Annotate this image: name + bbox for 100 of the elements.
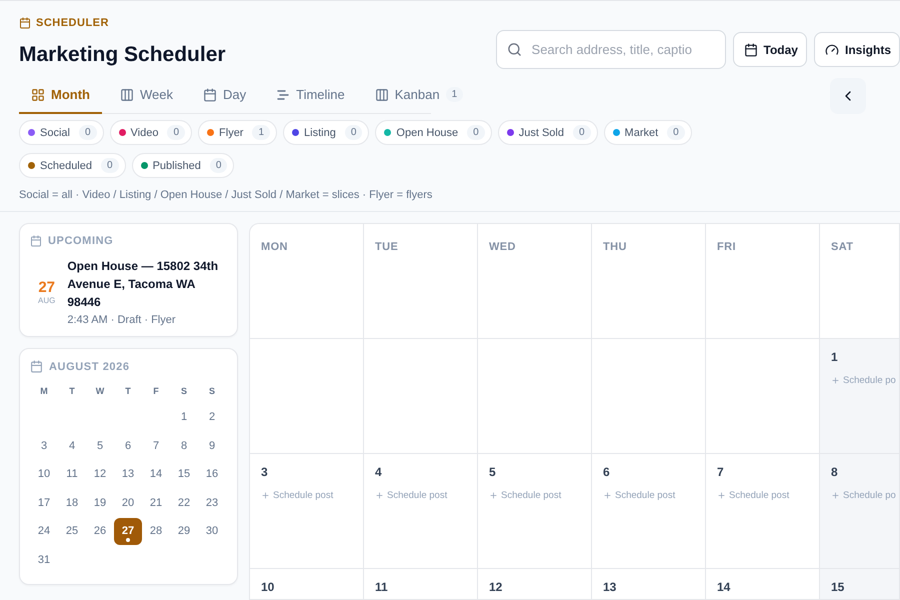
calendar-icon <box>19 17 31 29</box>
plus-icon <box>375 491 384 500</box>
day-number: 8 <box>831 465 838 479</box>
view-tab[interactable]: Kanban 1 <box>362 77 476 114</box>
calendar-day[interactable]: 15 <box>170 460 198 488</box>
weekday-label: T <box>124 385 132 398</box>
plus-icon <box>261 491 270 500</box>
view-tab[interactable]: Month <box>19 77 102 114</box>
calendar-day[interactable]: 18 <box>58 489 86 516</box>
filter-chip[interactable]: Video 0 <box>110 120 192 145</box>
calendar-day[interactable]: 8 <box>170 432 198 460</box>
eyebrow-label: SCHEDULER <box>36 17 109 29</box>
calendar-day[interactable]: 30 <box>198 518 226 545</box>
calendar-day[interactable]: 12 <box>86 460 114 488</box>
calendar-day[interactable]: 21 <box>142 489 170 516</box>
calendar-day[interactable]: 26 <box>86 518 114 545</box>
filter-chip[interactable]: Flyer 1 <box>198 120 278 145</box>
day-number: 10 <box>261 580 274 594</box>
weekday-label: S <box>208 385 216 398</box>
day-number: 1 <box>831 350 838 364</box>
count-badge: 1 <box>446 87 464 102</box>
calendar-day[interactable]: 28 <box>142 518 170 545</box>
gauge-icon <box>824 42 839 56</box>
search-icon <box>506 42 522 57</box>
calendar-day[interactable]: 19 <box>86 489 114 516</box>
day-number: 15 <box>831 580 844 594</box>
calendar-day[interactable]: 3 <box>30 432 58 460</box>
calendar-day[interactable]: 14 <box>142 460 170 488</box>
plus-icon <box>603 491 612 500</box>
calendar-icon <box>30 360 43 373</box>
weekday-header: TUE <box>375 241 398 253</box>
event-month: AUG <box>38 296 56 304</box>
calendar-day[interactable]: 9 <box>198 432 226 460</box>
schedule-post-button[interactable]: Schedule post <box>261 490 334 501</box>
columns-icon <box>374 88 389 102</box>
grid-icon <box>31 88 45 102</box>
weekday-label: W <box>94 385 106 398</box>
calendar-day[interactable]: 22 <box>170 489 198 516</box>
day-number: 14 <box>717 580 730 594</box>
plus-icon <box>489 491 498 500</box>
calendar-day[interactable]: 29 <box>170 518 198 545</box>
filter-chip[interactable]: Open House 0 <box>375 120 492 145</box>
calendar-day[interactable]: 5 <box>86 432 114 460</box>
toolbar-button[interactable]: Today <box>732 32 807 67</box>
day-number: 13 <box>603 580 616 594</box>
calendar-day[interactable]: 27 <box>114 518 142 545</box>
calendar-day[interactable]: 1 <box>170 404 198 431</box>
schedule-post-button[interactable]: Schedule post <box>603 490 676 501</box>
calendar-day[interactable]: 24 <box>30 518 58 545</box>
schedule-post-button[interactable]: Schedule post <box>375 490 448 501</box>
toolbar-button[interactable]: Insights <box>814 32 900 67</box>
filter-chip[interactable]: Market 0 <box>604 120 692 145</box>
calendar-day[interactable]: 16 <box>198 460 226 488</box>
calendar-day[interactable]: 4 <box>58 432 86 460</box>
calendar-day[interactable]: 6 <box>114 432 142 460</box>
calendar-day[interactable]: 10 <box>30 460 58 488</box>
calendar-day[interactable]: 13 <box>114 460 142 488</box>
calendar-day[interactable]: 23 <box>198 489 226 516</box>
card-title: UPCOMING <box>48 235 114 247</box>
weekday-label: M <box>39 385 49 398</box>
filter-chip[interactable]: Published 0 <box>132 153 234 178</box>
calendar-day[interactable]: 31 <box>30 546 58 574</box>
view-tab[interactable]: Day <box>190 77 258 114</box>
previous-button[interactable] <box>830 78 866 114</box>
day-number: 12 <box>489 580 502 594</box>
day-number: 6 <box>603 465 610 479</box>
legend-text: Social = all · Video / Listing / Open House / Just Sold / Market = slices · Flyer = flyers <box>0 178 900 212</box>
schedule-post-button[interactable]: Schedule post <box>489 490 562 501</box>
plus-icon <box>717 491 726 500</box>
event-meta: 2:43 AM · Draft · Flyer <box>67 314 177 326</box>
calendar-day[interactable]: 2 <box>198 404 226 431</box>
weekday-header: MON <box>261 241 288 253</box>
calendar-day[interactable]: 25 <box>58 518 86 545</box>
day-number: 7 <box>717 465 724 479</box>
month-title: AUGUST 2026 <box>49 360 130 372</box>
weekday-header: FRI <box>717 241 736 253</box>
filter-chip[interactable]: Social 0 <box>19 120 104 145</box>
view-tab[interactable]: Timeline <box>264 77 357 114</box>
search-field[interactable]: Search address, title, captio <box>496 30 726 69</box>
schedule-post-button[interactable]: Schedule post <box>717 490 790 501</box>
event-title: Open House — 15802 34th Avenue E, Tacoma WA 98446 <box>67 258 220 311</box>
day-number: 3 <box>261 465 268 479</box>
weekday-label: T <box>68 385 76 398</box>
calendar-day[interactable]: 11 <box>58 460 86 488</box>
calendar-day[interactable]: 7 <box>142 432 170 460</box>
calendar-day[interactable]: 20 <box>114 489 142 516</box>
day-number: 5 <box>489 465 496 479</box>
calendar-icon <box>744 42 758 56</box>
lines-icon <box>276 88 290 102</box>
filter-chip[interactable]: Just Sold 0 <box>498 120 598 145</box>
filter-chip[interactable]: Listing 0 <box>283 120 370 145</box>
weekday-header: SAT <box>831 241 854 253</box>
view-tab[interactable]: Week <box>108 77 185 114</box>
day-number: 11 <box>375 580 388 594</box>
filter-chip[interactable]: Scheduled 0 <box>19 153 126 178</box>
day-number: 4 <box>375 465 382 479</box>
page-title: Marketing Scheduler <box>19 43 226 67</box>
columns-icon <box>120 88 134 102</box>
calendar-day[interactable]: 17 <box>30 489 58 516</box>
plus-icon <box>831 376 840 385</box>
